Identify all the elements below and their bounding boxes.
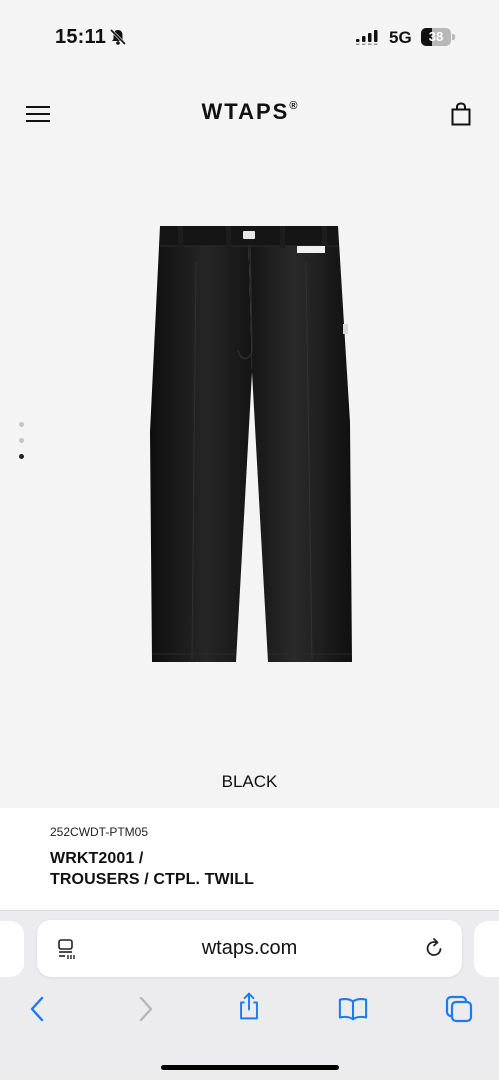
- shopping-bag-icon[interactable]: [450, 102, 472, 126]
- home-indicator: [161, 1065, 339, 1070]
- site-logo[interactable]: WTAPS®: [0, 99, 499, 125]
- gallery-pagination[interactable]: [19, 422, 25, 462]
- next-tab-preview[interactable]: [474, 921, 499, 977]
- gallery-dot-active[interactable]: [19, 454, 24, 459]
- browser-toolbar: wtaps.com: [0, 911, 499, 1080]
- battery-percent: 38: [428, 29, 444, 44]
- product-name-line1: WRKT2001 /: [50, 850, 144, 867]
- status-bar: 15:11 5G 38: [0, 0, 499, 76]
- logo-text: WTAPS: [201, 99, 290, 124]
- gallery-dot[interactable]: [19, 422, 24, 427]
- address-bar[interactable]: wtaps.com: [37, 920, 462, 977]
- site-header: WTAPS®: [0, 76, 499, 156]
- bookmarks-icon[interactable]: [338, 994, 368, 1024]
- product-name: WRKT2001 / TROUSERS / CTPL. TWILL: [50, 848, 254, 890]
- back-icon[interactable]: [23, 994, 53, 1024]
- cellular-signal-icon: [356, 30, 378, 45]
- product-name-line2: TROUSERS / CTPL. TWILL: [50, 871, 254, 888]
- tabs-icon[interactable]: [444, 994, 474, 1024]
- forward-icon[interactable]: [130, 994, 160, 1024]
- battery-indicator: 38: [421, 28, 455, 46]
- product-code: 252CWDT-PTM05: [50, 825, 149, 839]
- url-text[interactable]: wtaps.com: [37, 937, 462, 960]
- product-info-panel: 252CWDT-PTM05 WRKT2001 / TROUSERS / CTPL…: [0, 808, 499, 912]
- color-label: BLACK: [221, 772, 278, 791]
- logo-registered-mark: ®: [289, 99, 298, 112]
- share-icon[interactable]: [234, 991, 264, 1021]
- status-time: 15:11: [55, 26, 107, 48]
- gallery-dot[interactable]: [19, 438, 24, 443]
- previous-tab-preview[interactable]: [0, 921, 24, 977]
- black-trousers-image[interactable]: [140, 222, 360, 678]
- network-label: 5G: [389, 28, 412, 47]
- reload-icon[interactable]: [423, 937, 445, 959]
- bell-slash-icon: [109, 28, 127, 46]
